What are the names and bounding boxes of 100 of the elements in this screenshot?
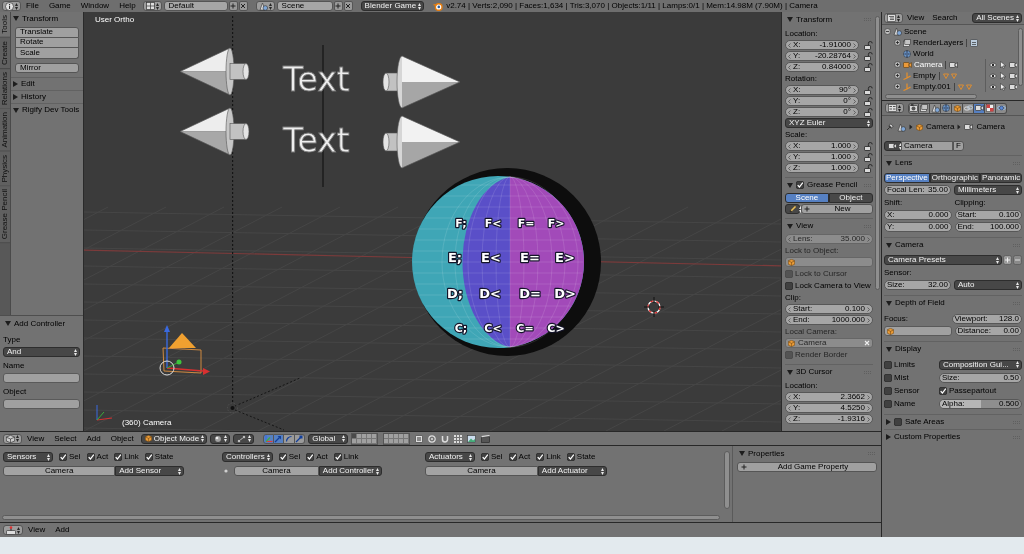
shading-dropdown[interactable] bbox=[210, 433, 231, 444]
properties-tab[interactable] bbox=[985, 102, 996, 114]
slider-field[interactable]: Alpha: 0.500 bbox=[939, 398, 1022, 409]
number-field[interactable]: Size: 0.50 bbox=[939, 372, 1022, 383]
checkbox[interactable]: Sensor bbox=[884, 385, 936, 396]
padlock-open-icon[interactable] bbox=[864, 141, 873, 151]
number-field[interactable]: Focal Len: 35.00 bbox=[884, 185, 951, 195]
text-field[interactable] bbox=[3, 373, 80, 383]
sidebar-tab[interactable]: Create bbox=[0, 37, 10, 69]
panel-header[interactable]: Edit bbox=[11, 77, 83, 90]
panel-header[interactable]: Custom Properties bbox=[884, 429, 1022, 444]
manipulator-toggle[interactable] bbox=[273, 433, 285, 444]
number-field[interactable]: Viewport: 128.0 bbox=[951, 313, 1022, 324]
scrollbar[interactable] bbox=[724, 451, 730, 509]
clapperboard-icon[interactable] bbox=[481, 434, 491, 443]
panel-header[interactable]: Lens bbox=[884, 155, 1022, 170]
manipulator-toggle[interactable] bbox=[294, 433, 306, 444]
checkbox[interactable]: Name bbox=[884, 398, 936, 409]
panel-header[interactable]: Add Controller bbox=[3, 316, 80, 331]
camera-icon[interactable] bbox=[1009, 71, 1017, 80]
sidebar-tab[interactable]: Relations bbox=[0, 68, 10, 110]
number-field[interactable]: Size: 32.00 bbox=[884, 280, 951, 290]
padlock-open-icon[interactable] bbox=[864, 40, 873, 50]
checkbox[interactable]: Link bbox=[536, 451, 561, 463]
checkbox-checked-icon[interactable] bbox=[796, 181, 804, 189]
padlock-open-icon[interactable] bbox=[864, 107, 873, 117]
panel-header[interactable]: Properties bbox=[737, 446, 877, 461]
checkbox[interactable]: Passepartout bbox=[939, 385, 1022, 396]
layer-button[interactable] bbox=[394, 433, 400, 439]
dropdown[interactable]: Millimeters bbox=[954, 185, 1022, 195]
number-field[interactable]: Start: 0.100 bbox=[954, 210, 1022, 220]
properties-tab[interactable] bbox=[952, 102, 963, 114]
checkbox[interactable]: Sel bbox=[59, 451, 81, 463]
panel-header[interactable]: History bbox=[11, 90, 83, 103]
datablock-name-field[interactable]: Camera bbox=[901, 141, 953, 151]
dropdown[interactable]: XYZ Euler bbox=[785, 118, 873, 128]
eye-icon[interactable] bbox=[989, 61, 997, 68]
panel-header[interactable]: Transform bbox=[785, 12, 873, 27]
expand-icon[interactable] bbox=[894, 72, 901, 79]
outliner-item[interactable]: Empty.001 bbox=[913, 82, 951, 91]
menu-item[interactable]: Select bbox=[49, 434, 82, 443]
checkbox[interactable]: Limits bbox=[884, 359, 936, 370]
panel-header[interactable]: Transform bbox=[11, 12, 83, 25]
delete-button[interactable] bbox=[343, 1, 353, 11]
engine-dropdown[interactable]: Blender Game bbox=[360, 1, 425, 11]
panel-header[interactable]: 3D Cursor bbox=[785, 364, 873, 379]
padlock-open-icon[interactable] bbox=[864, 152, 873, 162]
object-header[interactable]: Camera bbox=[425, 466, 538, 476]
preset-dropdown[interactable]: Camera Presets bbox=[884, 255, 1002, 265]
checkbox[interactable]: Link bbox=[333, 451, 359, 463]
collapse-icon[interactable] bbox=[884, 28, 891, 35]
add-property-button[interactable]: Add Game Property bbox=[737, 462, 877, 472]
manipulator-toggle[interactable] bbox=[284, 433, 295, 444]
layer-button[interactable] bbox=[389, 433, 395, 439]
padlock-open-icon[interactable] bbox=[864, 96, 873, 106]
dropdown[interactable]: Sensors bbox=[3, 452, 53, 462]
toggle-option[interactable]: Perspective bbox=[884, 173, 930, 183]
text-field[interactable] bbox=[3, 399, 80, 409]
menu-item[interactable]: Add bbox=[81, 434, 106, 443]
number-field[interactable]: X: 90° bbox=[785, 85, 859, 95]
plus-icon[interactable] bbox=[1003, 255, 1012, 265]
scene-menu[interactable] bbox=[255, 1, 275, 11]
object-field[interactable] bbox=[884, 326, 952, 336]
editor-type-menu[interactable] bbox=[885, 103, 904, 113]
pencil-dropdown[interactable] bbox=[785, 204, 800, 214]
number-field[interactable]: Z: 1.000 bbox=[785, 163, 859, 173]
expand-icon[interactable] bbox=[894, 61, 901, 68]
layer-button[interactable] bbox=[404, 433, 410, 439]
minus-icon[interactable] bbox=[1013, 255, 1022, 265]
layer-button[interactable] bbox=[352, 433, 358, 439]
number-field[interactable]: Y: -20.28764 bbox=[785, 51, 859, 61]
tool-button[interactable]: Scale bbox=[15, 48, 79, 59]
sidebar-tab[interactable]: Physics bbox=[0, 151, 10, 187]
menu-item[interactable]: View bbox=[903, 14, 929, 22]
toggle-option[interactable]: Scene bbox=[785, 193, 829, 203]
properties-tab[interactable] bbox=[996, 102, 1007, 114]
scrollbar[interactable] bbox=[1018, 28, 1023, 86]
menu-item[interactable]: Object bbox=[105, 434, 139, 443]
number-field[interactable]: End: 100.000 bbox=[954, 222, 1022, 232]
checkbox[interactable]: Act bbox=[306, 451, 328, 463]
layer-button[interactable] bbox=[399, 433, 405, 439]
toggle-option[interactable]: Object bbox=[828, 193, 873, 203]
manipulator-toggle[interactable] bbox=[263, 433, 274, 444]
fake-user-button[interactable]: F bbox=[953, 141, 964, 151]
properties-tab[interactable] bbox=[930, 102, 941, 114]
number-field[interactable]: X: 2.3662 bbox=[785, 392, 873, 402]
editor-type-menu[interactable] bbox=[884, 13, 903, 23]
breadcrumb-item[interactable]: Camera bbox=[976, 123, 1005, 131]
menu-item[interactable]: Window bbox=[75, 2, 115, 10]
scrollbar[interactable] bbox=[875, 16, 880, 290]
object-header[interactable]: Camera bbox=[3, 466, 116, 476]
layer-button[interactable] bbox=[367, 433, 373, 439]
scrollbar[interactable] bbox=[2, 515, 720, 520]
number-field[interactable]: Y: 4.5250 bbox=[785, 403, 873, 413]
panel-header[interactable]: Grease Pencil bbox=[785, 177, 873, 192]
grid-dots-icon[interactable] bbox=[454, 434, 463, 443]
eye-icon[interactable] bbox=[989, 83, 997, 90]
add-button[interactable] bbox=[228, 1, 238, 11]
editor-type-menu[interactable] bbox=[3, 433, 22, 444]
number-field[interactable]: Distance: 0.00 bbox=[954, 326, 1022, 336]
